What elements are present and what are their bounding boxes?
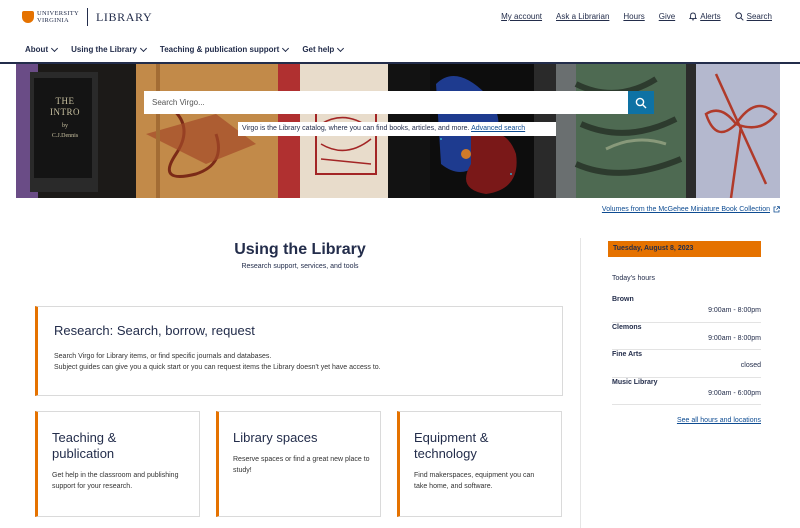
- nav-using-library[interactable]: Using the Library: [71, 44, 147, 54]
- research-card[interactable]: Research: Search, borrow, request Search…: [35, 306, 563, 396]
- search-link[interactable]: Search: [735, 12, 772, 21]
- hours-link[interactable]: Hours: [623, 12, 644, 21]
- location-time: 9:00am - 8:00pm: [708, 307, 761, 314]
- logo-library-text: LIBRARY: [96, 9, 153, 24]
- location-time: 9:00am - 8:00pm: [708, 334, 761, 342]
- nav-about[interactable]: About: [25, 44, 59, 54]
- all-hours-link[interactable]: See all hours and locations: [677, 417, 761, 424]
- book-title-text: THE INTRO: [50, 96, 80, 117]
- location-name: Brown: [612, 296, 634, 303]
- alerts-link[interactable]: Alerts: [689, 12, 721, 21]
- nav-teaching-publication[interactable]: Teaching & publication support: [159, 44, 290, 54]
- uva-shield-icon: [22, 11, 34, 23]
- hours-location-music-library: Music Library 9:00am - 6:00pm: [612, 378, 761, 405]
- site-header: UNIVERSITY VIRGINIA LIBRARY My account A…: [0, 0, 800, 34]
- uva-library-logo[interactable]: UNIVERSITY VIRGINIA LIBRARY: [22, 8, 152, 26]
- chevron-down-icon: [51, 44, 59, 52]
- alerts-label: Alerts: [700, 12, 721, 21]
- search-help-box: Virgo is the Library catalog, where you …: [238, 122, 556, 136]
- equipment-card-title: Equipment & technology: [414, 430, 489, 461]
- library-spaces-card[interactable]: Library spaces Reserve spaces or find a …: [216, 411, 381, 517]
- logo-line-2: VIRGINIA: [37, 17, 70, 24]
- location-time: closed: [740, 362, 761, 369]
- hours-label: Hours: [623, 12, 645, 21]
- external-link-icon: [773, 206, 780, 213]
- book-author-text: C.J.Dennis: [51, 133, 79, 139]
- hours-title: Today's hours: [612, 275, 655, 282]
- book-by-text: by: [62, 123, 68, 129]
- hours-date-bar: Tuesday, August 8, 2023: [608, 241, 761, 257]
- page-title: Using the Library: [234, 241, 366, 258]
- research-card-line-1: Search Virgo for Library items, or find …: [54, 353, 272, 360]
- virgo-search-input[interactable]: [144, 91, 628, 114]
- location-time: 9:00am - 6:00pm: [708, 389, 761, 397]
- book-cover-title: THE INTRO by C.J.Dennis: [36, 96, 94, 139]
- ask-librarian-label: Ask a Librarian: [556, 12, 610, 21]
- nav-teaching-label: Teaching & publication support: [159, 45, 280, 54]
- hero-caption-text: Volumes from the McGehee Miniature Book …: [601, 206, 770, 213]
- equipment-technology-card[interactable]: Equipment & technology Find makerspaces,…: [397, 411, 562, 517]
- hours-location-fine-arts: Fine Arts closed: [612, 350, 761, 378]
- nav-get-help-label: Get help: [302, 45, 335, 54]
- teaching-card-title: Teaching & publication: [52, 430, 117, 461]
- chevron-down-icon: [337, 44, 345, 52]
- search-help-text: Virgo is the Library catalog, where you …: [242, 125, 470, 132]
- logo-line-1: UNIVERSITY: [37, 10, 79, 17]
- sidebar-divider: [580, 238, 581, 528]
- search-icon: [635, 97, 647, 108]
- location-name: Clemons: [612, 323, 642, 331]
- teaching-publication-card[interactable]: Teaching & publication Get help in the c…: [35, 411, 200, 517]
- search-label: Search: [746, 12, 772, 21]
- ask-librarian-link[interactable]: Ask a Librarian: [556, 12, 609, 21]
- spaces-card-text: Reserve spaces or find a great new place…: [233, 456, 370, 474]
- virgo-search-bar: [144, 91, 654, 114]
- nav-using-library-label: Using the Library: [71, 45, 137, 54]
- location-name: Music Library: [612, 378, 658, 386]
- my-account-link[interactable]: My account: [501, 12, 542, 21]
- hours-location-brown: Brown 9:00am - 8:00pm: [612, 295, 761, 323]
- main-nav: About Using the Library Teaching & publi…: [25, 44, 345, 54]
- logo-divider: [87, 8, 88, 26]
- hero-caption-link[interactable]: Volumes from the McGehee Miniature Book …: [602, 206, 780, 213]
- utility-nav: My account Ask a Librarian Hours Give Al…: [501, 12, 772, 21]
- give-link[interactable]: Give: [659, 12, 675, 21]
- chevron-down-icon: [139, 44, 147, 52]
- research-card-title: Research: Search, borrow, request: [54, 323, 255, 338]
- hours-list: Brown 9:00am - 8:00pm Clemons 9:00am - 8…: [612, 295, 761, 405]
- logo-university-text: UNIVERSITY VIRGINIA: [37, 10, 79, 24]
- spaces-card-title: Library spaces: [233, 430, 318, 445]
- bell-icon: [689, 12, 698, 21]
- page-subtitle: Research support, services, and tools: [241, 263, 359, 270]
- my-account-label: My account: [501, 12, 543, 21]
- hours-location-clemons: Clemons 9:00am - 8:00pm: [612, 323, 761, 350]
- search-icon: [735, 12, 744, 21]
- location-name: Fine Arts: [612, 351, 643, 358]
- search-submit-button[interactable]: [628, 91, 654, 114]
- nav-about-label: About: [25, 45, 49, 54]
- advanced-search-link[interactable]: Advanced search: [471, 125, 525, 132]
- give-label: Give: [658, 12, 676, 21]
- teaching-card-text: Get help in the classroom and publishing…: [52, 472, 179, 490]
- nav-get-help[interactable]: Get help: [302, 44, 345, 54]
- research-card-line-2: Subject guides can give you a quick star…: [54, 364, 381, 371]
- chevron-down-icon: [282, 44, 290, 52]
- equipment-card-text: Find makerspaces, equipment you can take…: [414, 472, 535, 490]
